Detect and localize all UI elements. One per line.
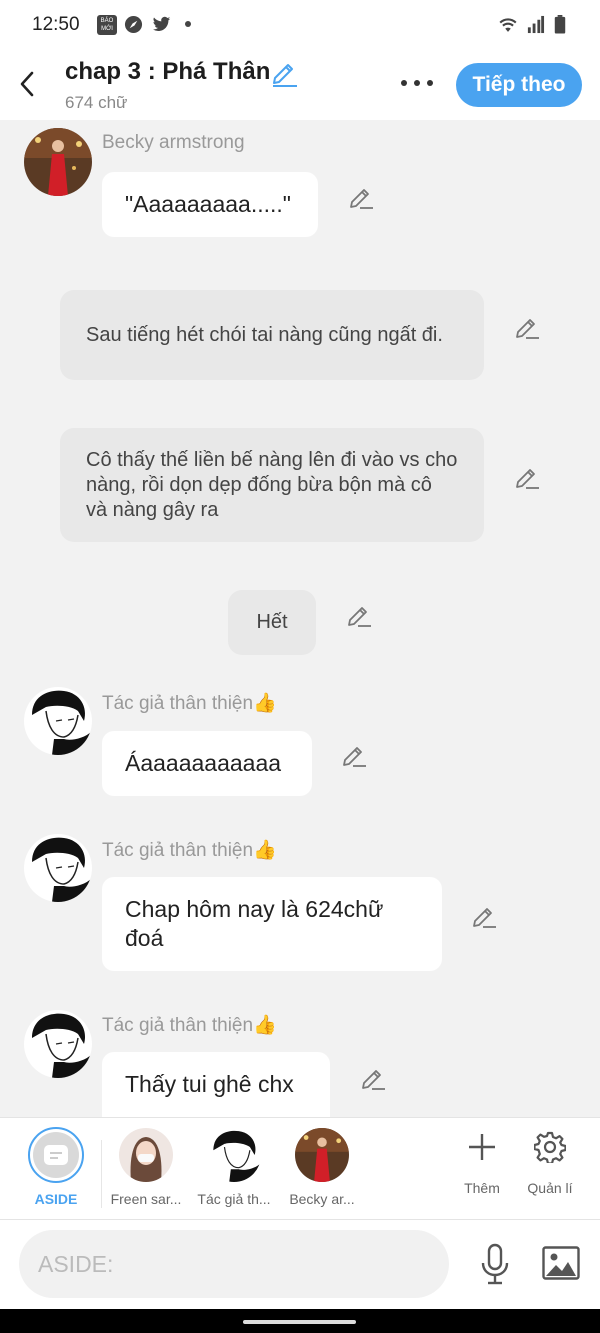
edit-pencil-icon[interactable] [348, 184, 374, 210]
message-bubble[interactable]: Chap hôm nay là 624chữ đoá [102, 877, 442, 971]
edit-pencil-icon[interactable] [514, 464, 540, 490]
character-label-freen: Freen sar... [110, 1191, 182, 1207]
narration-bubble[interactable]: Hết [228, 590, 316, 655]
home-gesture-handle[interactable] [243, 1320, 356, 1324]
gear-icon [534, 1131, 566, 1163]
message-input[interactable] [19, 1230, 449, 1298]
avatar-author[interactable] [24, 1010, 92, 1078]
avatar-becky[interactable] [24, 128, 92, 196]
notification-dot-icon [185, 21, 191, 27]
baomoi-notification-icon: BÁO MỚI [97, 15, 117, 35]
message-bubble[interactable]: "Aaaaaaaaa....." [102, 172, 318, 237]
character-label-becky: Becky ar... [289, 1191, 355, 1207]
edit-pencil-icon[interactable] [346, 602, 372, 628]
message-bubble[interactable]: Thấy tui ghê chx [102, 1052, 330, 1117]
word-count: 674 chữ [65, 93, 128, 112]
baomoi-badge-text: BÁO MỚI [100, 18, 114, 32]
dot-icon [427, 80, 433, 86]
narration-bubble[interactable]: Sau tiếng hét chói tai nàng cũng ngất đi… [60, 290, 484, 380]
aside-bubble-icon [44, 1145, 68, 1165]
dot-icon [414, 80, 420, 86]
twitter-icon [152, 16, 171, 31]
more-options-button[interactable] [392, 70, 442, 96]
character-label-aside: ASIDE [34, 1191, 78, 1207]
add-character-button[interactable]: Thêm [452, 1128, 512, 1200]
avatar-author[interactable] [24, 834, 92, 902]
sender-name: Tác giả thân thiện👍 [102, 840, 277, 861]
microphone-icon[interactable] [480, 1243, 510, 1285]
status-time: 12:50 [32, 14, 80, 35]
edit-title-pencil-icon[interactable] [270, 59, 298, 87]
sender-name: Becky armstrong [102, 132, 245, 153]
character-author-avatar[interactable] [207, 1128, 261, 1182]
character-label-author: Tác giả th... [197, 1191, 271, 1207]
compass-icon [124, 15, 143, 34]
manage-button[interactable]: Quản lí [520, 1128, 580, 1200]
character-freen-avatar[interactable] [119, 1128, 173, 1182]
plus-icon [469, 1134, 495, 1160]
chapter-title: chap 3 : Phá Thân [65, 58, 271, 85]
sender-name: Tác giả thân thiện👍 [102, 693, 277, 714]
edit-pencil-icon[interactable] [514, 314, 540, 340]
dot-icon [401, 80, 407, 86]
message-bubble[interactable]: Áaaaaaaaaaaa [102, 731, 312, 796]
narration-bubble[interactable]: Cô thấy thế liền bế nàng lên đi vào vs c… [60, 428, 484, 542]
edit-pencil-icon[interactable] [471, 903, 497, 929]
divider [101, 1140, 102, 1208]
sender-name: Tác giả thân thiện👍 [102, 1015, 277, 1036]
battery-icon [554, 15, 566, 34]
character-aside[interactable] [28, 1127, 84, 1183]
wifi-icon [499, 18, 517, 32]
image-icon[interactable] [542, 1246, 580, 1280]
back-arrow-icon [20, 71, 34, 97]
next-button[interactable]: Tiếp theo [456, 63, 582, 107]
avatar-author[interactable] [24, 687, 92, 755]
manage-label: Quản lí [527, 1180, 573, 1196]
edit-pencil-icon[interactable] [360, 1065, 386, 1091]
add-label: Thêm [464, 1180, 500, 1196]
signal-icon [527, 15, 545, 34]
back-button[interactable] [10, 60, 44, 108]
edit-pencil-icon[interactable] [341, 742, 367, 768]
character-becky-avatar[interactable] [295, 1128, 349, 1182]
